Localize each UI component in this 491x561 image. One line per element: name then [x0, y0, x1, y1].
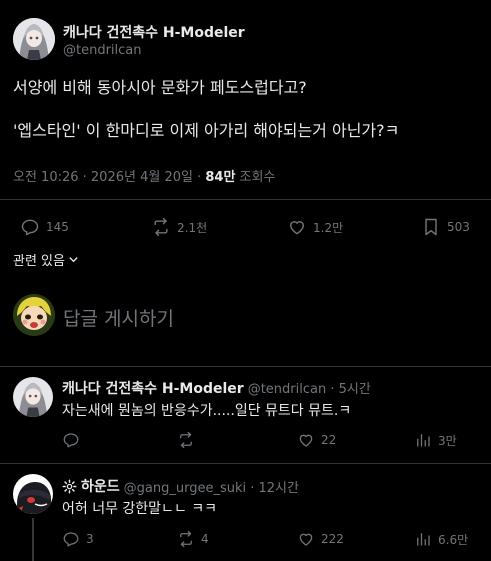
views-button[interactable]: 6.6만: [414, 530, 468, 548]
repost-count: 2.1천: [177, 220, 208, 235]
like-count: 1.2만: [313, 220, 344, 235]
views-icon: [417, 533, 430, 546]
divider: [0, 463, 491, 464]
like-count: 22: [321, 433, 337, 447]
post-timestamp[interactable]: 오전 10:26 · 2026년 4월 20일 ·: [13, 170, 205, 185]
bookmark-icon: [425, 218, 437, 236]
repost-button[interactable]: 4: [177, 530, 209, 548]
reply-icon: [21, 219, 39, 236]
like-icon: [290, 221, 304, 235]
reply-author-handle[interactable]: @gang_urgee_suki · 12시간: [124, 477, 299, 496]
repost-icon: [180, 431, 192, 449]
author-handle[interactable]: @tendrilcan: [63, 43, 142, 58]
related-sort-dropdown[interactable]: 관련 있음: [13, 250, 79, 269]
current-user-avatar[interactable]: [13, 294, 55, 336]
reply-button[interactable]: 145: [20, 217, 69, 237]
reply-header: 캐나다 건전촉수 H-Modeler @tendrilcan · 5시간: [62, 378, 371, 398]
bookmark-count: 503: [447, 220, 470, 234]
divider: [0, 199, 491, 200]
reply-input[interactable]: 답글 게시하기: [63, 304, 174, 331]
like-icon: [299, 533, 313, 546]
like-button[interactable]: 1.2만: [287, 217, 343, 237]
reply-author-avatar[interactable]: [13, 377, 53, 417]
views-count: 3만: [438, 433, 457, 448]
like-icon: [299, 434, 313, 447]
like-count: 222: [321, 532, 344, 546]
post-text-line-2: '엡스타인' 이 한마디로 이제 아가리 해야되는거 아닌가?ㅋ: [13, 121, 400, 140]
views-icon: [417, 434, 430, 447]
repost-icon: [154, 217, 168, 237]
reply-author-avatar[interactable]: [13, 474, 53, 514]
reply-button[interactable]: 3: [62, 530, 94, 548]
repost-icon: [180, 530, 192, 548]
views-button[interactable]: 3만: [414, 431, 457, 449]
reply-icon: [63, 433, 79, 448]
reply-text: 자는새에 뭔놈의 반응수가.....일단 뮤트다 뮤트.ㅋ: [62, 403, 352, 419]
view-count-label: 조회수: [235, 170, 276, 185]
repost-count: 4: [201, 532, 209, 546]
reply-text: 어허 너무 강한말ㄴㄴ ㅋㅋ: [62, 501, 218, 517]
reply-author-handle[interactable]: @tendrilcan · 5시간: [248, 378, 371, 397]
reply-author-name[interactable]: 캐나다 건전촉수 H-Modeler: [62, 378, 244, 398]
reply-author-name[interactable]: 하운드: [81, 476, 120, 496]
chevron-down-icon: [69, 257, 78, 263]
author-display-name[interactable]: 캐나다 건전촉수 H-Modeler: [63, 22, 245, 42]
reply-icon: [63, 532, 79, 547]
repost-button[interactable]: 2.1천: [151, 217, 207, 237]
like-button[interactable]: 222: [297, 530, 344, 548]
reply-header: 하운드 @gang_urgee_suki · 12시간: [62, 476, 299, 496]
gear-icon: [62, 479, 77, 493]
divider: [0, 366, 491, 367]
post-text-line-1: 서양에 비해 동아시아 문화가 페도스럽다고?: [13, 78, 307, 97]
thread-line: [32, 518, 34, 561]
related-sort-label: 관련 있음: [13, 254, 65, 269]
reply-count: 3: [86, 532, 94, 546]
post-meta: 오전 10:26 · 2026년 4월 20일 · 84만 조회수: [13, 166, 275, 185]
bookmark-button[interactable]: 503: [421, 217, 470, 237]
like-button[interactable]: 22: [297, 431, 336, 449]
author-avatar[interactable]: [13, 18, 55, 60]
repost-button[interactable]: [177, 431, 201, 449]
reply-button[interactable]: [62, 431, 86, 449]
view-count: 84만: [205, 170, 236, 185]
views-count: 6.6만: [438, 532, 469, 547]
reply-count: 145: [46, 220, 69, 234]
